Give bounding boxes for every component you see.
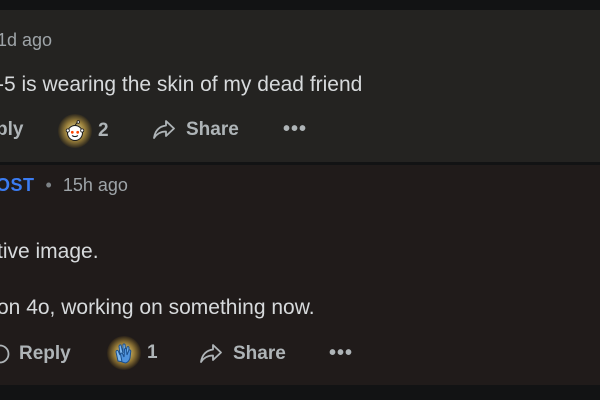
comment-author[interactable]: OST [0,175,35,195]
share-icon [152,119,176,141]
comment-timestamp: 15h ago [62,175,128,195]
comment-timestamp: 1d ago [0,30,53,50]
meta-separator: • [45,175,52,195]
reply-icon [0,344,10,364]
more-options-button[interactable]: ••• [329,342,354,364]
share-label: Share [186,119,239,140]
comment-thread: 1d ago -5 is wearing the skin of my dead… [0,0,600,400]
more-dots-icon: ••• [329,342,354,364]
clapping-hands-award-icon [107,336,141,370]
share-button[interactable]: Share [152,119,239,141]
comment-body-line: on 4o, working on something now. [0,296,315,319]
comment-body: -5 is wearing the skin of my dead friend [0,73,363,96]
award-button[interactable]: 1 [107,336,158,370]
comment-meta: OST • 15h ago [0,175,128,196]
comment-meta: 1d ago [0,30,52,51]
award-count: 1 [147,342,158,363]
award-button[interactable]: 2 [58,114,109,148]
comment-card: OST • 15h ago tive image. on 4o, working… [0,165,600,385]
reply-label: ply [0,119,24,140]
more-options-button[interactable]: ••• [283,118,308,140]
comment-body-line: tive image. [0,240,99,263]
reply-label: Reply [19,343,71,364]
reply-button[interactable]: ply [0,119,23,141]
reply-button[interactable]: Reply [0,343,71,365]
reddit-snoo-award-icon [58,114,92,148]
award-count: 2 [98,120,109,141]
share-button[interactable]: Share [199,343,286,365]
more-dots-icon: ••• [283,118,308,140]
share-icon [199,343,223,365]
share-label: Share [233,343,286,364]
comment-card: 1d ago -5 is wearing the skin of my dead… [0,10,600,162]
